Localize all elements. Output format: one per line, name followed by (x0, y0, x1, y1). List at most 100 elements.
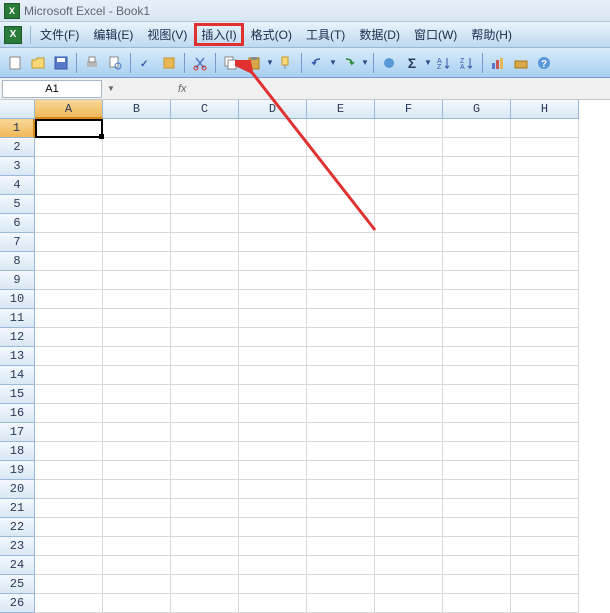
menu-view[interactable]: 视图(V) (140, 23, 194, 46)
row-header-11[interactable]: 11 (0, 309, 35, 328)
cell-B5[interactable] (103, 195, 171, 214)
cell-D19[interactable] (239, 461, 307, 480)
cell-G18[interactable] (443, 442, 511, 461)
row-header-1[interactable]: 1 (0, 119, 35, 138)
cell-H2[interactable] (511, 138, 579, 157)
cell-E14[interactable] (307, 366, 375, 385)
cell-C21[interactable] (171, 499, 239, 518)
cell-F4[interactable] (375, 176, 443, 195)
cell-G25[interactable] (443, 575, 511, 594)
cell-B15[interactable] (103, 385, 171, 404)
cell-C8[interactable] (171, 252, 239, 271)
cell-F8[interactable] (375, 252, 443, 271)
cell-F13[interactable] (375, 347, 443, 366)
cell-G7[interactable] (443, 233, 511, 252)
cell-D11[interactable] (239, 309, 307, 328)
cell-A24[interactable] (35, 556, 103, 575)
drawing-button[interactable] (510, 52, 532, 74)
cell-E7[interactable] (307, 233, 375, 252)
cell-F22[interactable] (375, 518, 443, 537)
row-header-16[interactable]: 16 (0, 404, 35, 423)
cell-E11[interactable] (307, 309, 375, 328)
cell-G13[interactable] (443, 347, 511, 366)
cell-E4[interactable] (307, 176, 375, 195)
cell-D3[interactable] (239, 157, 307, 176)
row-header-23[interactable]: 23 (0, 537, 35, 556)
cell-E6[interactable] (307, 214, 375, 233)
cell-A18[interactable] (35, 442, 103, 461)
cell-D6[interactable] (239, 214, 307, 233)
cell-C25[interactable] (171, 575, 239, 594)
cell-B24[interactable] (103, 556, 171, 575)
cell-G2[interactable] (443, 138, 511, 157)
cell-G16[interactable] (443, 404, 511, 423)
redo-dropdown[interactable]: ▼ (361, 58, 369, 67)
cell-C11[interactable] (171, 309, 239, 328)
cell-D14[interactable] (239, 366, 307, 385)
cell-A13[interactable] (35, 347, 103, 366)
spelling-button[interactable]: ✓ (135, 52, 157, 74)
cell-F16[interactable] (375, 404, 443, 423)
cell-E13[interactable] (307, 347, 375, 366)
cell-D10[interactable] (239, 290, 307, 309)
research-button[interactable] (158, 52, 180, 74)
new-button[interactable] (4, 52, 26, 74)
cell-C10[interactable] (171, 290, 239, 309)
print-preview-button[interactable] (104, 52, 126, 74)
cell-A16[interactable] (35, 404, 103, 423)
menu-format[interactable]: 格式(O) (244, 23, 299, 46)
cell-A15[interactable] (35, 385, 103, 404)
cell-E1[interactable] (307, 119, 375, 138)
cell-B19[interactable] (103, 461, 171, 480)
cell-G15[interactable] (443, 385, 511, 404)
cell-C12[interactable] (171, 328, 239, 347)
cell-B7[interactable] (103, 233, 171, 252)
menu-window[interactable]: 窗口(W) (407, 23, 464, 46)
cell-A4[interactable] (35, 176, 103, 195)
cell-F7[interactable] (375, 233, 443, 252)
cell-D18[interactable] (239, 442, 307, 461)
menu-data[interactable]: 数据(D) (352, 23, 407, 46)
cell-B6[interactable] (103, 214, 171, 233)
cell-C19[interactable] (171, 461, 239, 480)
chart-button[interactable] (487, 52, 509, 74)
cell-C7[interactable] (171, 233, 239, 252)
cell-B18[interactable] (103, 442, 171, 461)
row-header-9[interactable]: 9 (0, 271, 35, 290)
cell-E12[interactable] (307, 328, 375, 347)
cell-D2[interactable] (239, 138, 307, 157)
cell-G23[interactable] (443, 537, 511, 556)
cell-C20[interactable] (171, 480, 239, 499)
cell-B4[interactable] (103, 176, 171, 195)
cell-F9[interactable] (375, 271, 443, 290)
cell-C6[interactable] (171, 214, 239, 233)
menu-file[interactable]: 文件(F) (33, 23, 86, 46)
cell-H25[interactable] (511, 575, 579, 594)
print-button[interactable] (81, 52, 103, 74)
cell-E5[interactable] (307, 195, 375, 214)
cell-C14[interactable] (171, 366, 239, 385)
undo-dropdown[interactable]: ▼ (329, 58, 337, 67)
cell-D15[interactable] (239, 385, 307, 404)
cell-D24[interactable] (239, 556, 307, 575)
cell-C13[interactable] (171, 347, 239, 366)
cell-C3[interactable] (171, 157, 239, 176)
paste-dropdown[interactable]: ▼ (266, 58, 274, 67)
row-header-8[interactable]: 8 (0, 252, 35, 271)
cell-E2[interactable] (307, 138, 375, 157)
hyperlink-button[interactable] (378, 52, 400, 74)
cell-A10[interactable] (35, 290, 103, 309)
cell-H3[interactable] (511, 157, 579, 176)
cell-C9[interactable] (171, 271, 239, 290)
cell-E9[interactable] (307, 271, 375, 290)
cell-D5[interactable] (239, 195, 307, 214)
cell-G10[interactable] (443, 290, 511, 309)
name-box[interactable]: A1 (2, 80, 102, 98)
menu-edit[interactable]: 编辑(E) (86, 23, 140, 46)
cell-H5[interactable] (511, 195, 579, 214)
cell-G5[interactable] (443, 195, 511, 214)
row-header-19[interactable]: 19 (0, 461, 35, 480)
cell-D16[interactable] (239, 404, 307, 423)
cell-H10[interactable] (511, 290, 579, 309)
cell-G17[interactable] (443, 423, 511, 442)
